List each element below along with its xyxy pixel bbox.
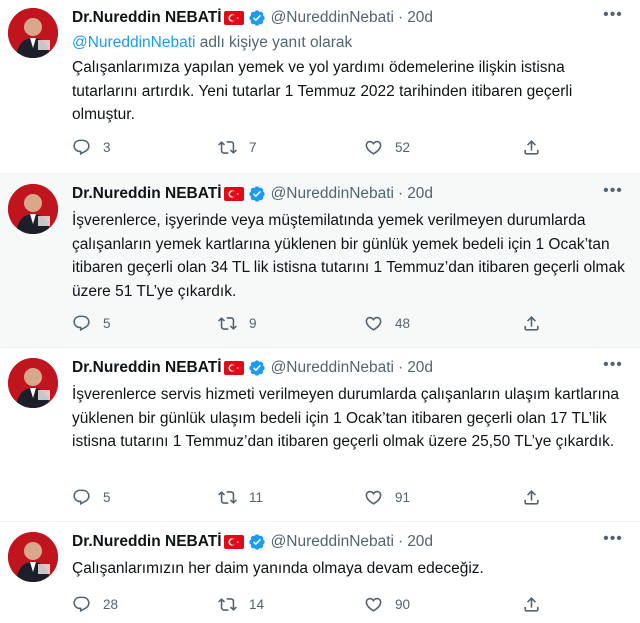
more-horizontal-icon[interactable]: ••• [600, 183, 626, 204]
turkey-flag-icon [223, 361, 244, 375]
reply-button[interactable]: 5 [72, 313, 113, 333]
reply-button[interactable]: 5 [72, 487, 113, 507]
tweet-2[interactable]: Dr.Nureddin NEBATİ @NureddinNebati · 20d… [0, 174, 640, 348]
like-icon [365, 316, 382, 331]
like-button[interactable]: 91 [364, 487, 410, 507]
retweet-icon [218, 597, 237, 611]
share-button[interactable] [522, 313, 553, 333]
turkey-flag-icon [223, 11, 244, 25]
tweet-actions: 28 14 90 [72, 594, 542, 614]
reply-context-text: adlı kişiye yanıt olarak [195, 34, 353, 51]
tweet-header: Dr.Nureddin NEBATİ @NureddinNebati · 20d [72, 532, 433, 552]
verified-badge-icon [248, 185, 266, 203]
tweet-text: İşverenlerce, işyerinde veya müştemilatı… [72, 212, 625, 300]
verified-badge-icon [248, 359, 266, 377]
reply-icon [73, 315, 90, 331]
reply-mention-link[interactable]: @NureddinNebati [72, 34, 195, 51]
tweet-3[interactable]: Dr.Nureddin NEBATİ @NureddinNebati · 20d… [0, 348, 640, 522]
display-name[interactable]: Dr.Nureddin NEBATİ [72, 533, 222, 551]
avatar[interactable] [8, 532, 58, 582]
tweet-actions: 5 9 48 [72, 313, 542, 333]
tweet-1[interactable]: Dr.Nureddin NEBATİ @NureddinNebati · 20d… [0, 0, 640, 174]
reply-icon [73, 489, 90, 505]
tweet-text: İşverenlerce servis hizmeti verilmeyen d… [72, 386, 620, 450]
separator-dot: · [398, 533, 404, 550]
retweet-button[interactable]: 7 [218, 137, 259, 157]
retweet-count: 11 [249, 489, 264, 505]
share-button[interactable] [522, 137, 553, 157]
handle[interactable]: @NureddinNebati [271, 359, 394, 377]
turkey-flag-icon [223, 187, 244, 201]
handle[interactable]: @NureddinNebati [271, 533, 394, 551]
handle[interactable]: @NureddinNebati [271, 185, 394, 203]
retweet-icon [218, 490, 237, 504]
handle[interactable]: @NureddinNebati [271, 9, 394, 27]
retweet-count: 14 [249, 596, 265, 612]
separator-dot: · [398, 359, 404, 376]
more-horizontal-icon[interactable]: ••• [600, 531, 626, 552]
reply-count: 3 [103, 139, 111, 155]
retweet-icon [218, 140, 237, 154]
reply-count: 28 [103, 596, 119, 612]
share-icon [524, 315, 539, 331]
more-horizontal-icon[interactable]: ••• [600, 357, 626, 378]
reply-count: 5 [103, 315, 111, 331]
share-button[interactable] [522, 487, 553, 507]
timestamp[interactable]: 20d [407, 9, 433, 27]
share-button[interactable] [522, 594, 553, 614]
timestamp[interactable]: 20d [407, 185, 433, 203]
share-icon [524, 596, 539, 612]
share-icon [524, 489, 539, 505]
share-icon [524, 139, 539, 155]
retweet-button[interactable]: 9 [218, 313, 259, 333]
like-icon [365, 597, 382, 612]
timestamp[interactable]: 20d [407, 533, 433, 551]
reply-icon [73, 596, 90, 612]
avatar[interactable] [8, 358, 58, 408]
tweet-text: Çalışanlarımıza yapılan yemek ve yol yar… [72, 59, 573, 123]
verified-badge-icon [248, 533, 266, 551]
like-icon [365, 140, 382, 155]
display-name[interactable]: Dr.Nureddin NEBATİ [72, 9, 222, 27]
display-name[interactable]: Dr.Nureddin NEBATİ [72, 185, 222, 203]
reply-count: 5 [103, 489, 111, 505]
avatar[interactable] [8, 184, 58, 234]
reply-button[interactable]: 3 [72, 137, 113, 157]
reply-icon [73, 139, 90, 155]
tweet-header: Dr.Nureddin NEBATİ @NureddinNebati · 20d [72, 8, 433, 28]
like-count: 90 [395, 596, 411, 612]
like-button[interactable]: 52 [364, 137, 410, 157]
more-horizontal-icon[interactable]: ••• [600, 7, 626, 28]
avatar[interactable] [8, 8, 58, 58]
retweet-count: 9 [249, 315, 257, 331]
tweet-header: Dr.Nureddin NEBATİ @NureddinNebati · 20d [72, 184, 433, 204]
retweet-icon [218, 316, 237, 330]
tweet-4[interactable]: Dr.Nureddin NEBATİ @NureddinNebati · 20d… [0, 522, 640, 623]
like-count: 48 [395, 315, 411, 331]
like-icon [365, 490, 382, 505]
retweet-button[interactable]: 14 [218, 594, 264, 614]
separator-dot: · [398, 9, 404, 26]
timestamp[interactable]: 20d [407, 359, 433, 377]
like-count: 91 [395, 489, 411, 505]
reply-context: @NureddinNebati adlı kişiye yanıt olarak [72, 34, 352, 52]
turkey-flag-icon [223, 535, 244, 549]
tweet-header: Dr.Nureddin NEBATİ @NureddinNebati · 20d [72, 358, 433, 378]
verified-badge-icon [248, 9, 266, 27]
like-button[interactable]: 48 [364, 313, 410, 333]
tweet-actions: 3 7 52 [72, 137, 542, 157]
retweet-button[interactable]: 11 [218, 487, 263, 507]
reply-button[interactable]: 28 [72, 594, 118, 614]
retweet-count: 7 [249, 139, 257, 155]
like-count: 52 [395, 139, 411, 155]
tweet-text: Çalışanlarımızın her daim yanında olmaya… [72, 560, 484, 577]
display-name[interactable]: Dr.Nureddin NEBATİ [72, 359, 222, 377]
separator-dot: · [398, 185, 404, 202]
like-button[interactable]: 90 [364, 594, 410, 614]
tweet-actions: 5 11 91 [72, 487, 542, 507]
